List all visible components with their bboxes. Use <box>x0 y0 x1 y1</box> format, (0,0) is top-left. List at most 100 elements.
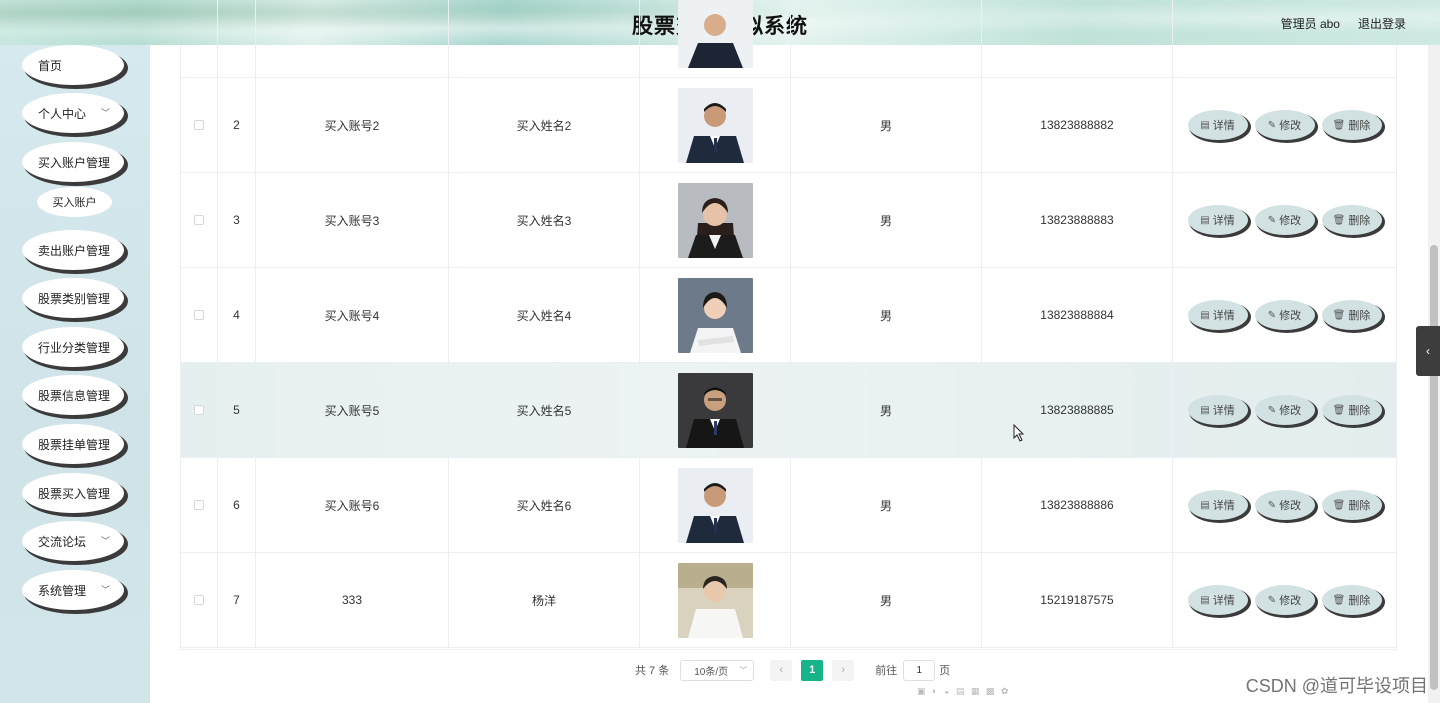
table-row: 6 买入账号6 买入姓名6 男 13823888886 ▤ 详情 ✎ 修改 🗑 删除 <box>181 458 1396 553</box>
chevron-down-icon: ﹀ <box>100 536 110 546</box>
account-cell: 买入账号2 <box>256 78 449 172</box>
sidebar-subitem-buy-account[interactable]: 买入账户 <box>37 187 112 217</box>
sidebar-item-personal-center[interactable]: 个人中心 ﹀ <box>22 93 124 133</box>
sidebar-item-label: 行业分类管理 <box>38 340 111 355</box>
chevron-left-icon: ‹ <box>1426 344 1430 358</box>
delete-button[interactable]: 🗑 删除 <box>1321 110 1382 140</box>
pagination: 共 7 条 10条/页 ﹀ ‹ 1 › 前往 1 页 <box>635 659 950 681</box>
sex-cell: 男 <box>791 173 982 267</box>
sidebar-item-system-mgmt[interactable]: 系统管理 ﹀ <box>22 570 124 610</box>
sidebar-item-label: 股票挂单管理 <box>38 437 111 452</box>
chevron-down-icon: ﹀ <box>100 585 110 595</box>
sidebar-item-buy-account-mgmt[interactable]: 买入账户管理 <box>22 142 124 182</box>
delete-button[interactable]: 🗑 删除 <box>1321 300 1382 330</box>
sidebar-item-label: 股票买入管理 <box>38 486 111 501</box>
trash-icon: 🗑 <box>1332 119 1346 131</box>
sidebar-item-home[interactable]: 首页 <box>22 45 124 85</box>
edit-button[interactable]: ✎ 修改 <box>1254 395 1315 425</box>
detail-button[interactable]: ▤ 详情 <box>1187 585 1248 615</box>
table-row: 7 333 杨洋 男 15219187575 ▤ 详情 ✎ 修改 🗑 删除 <box>181 553 1396 648</box>
row-index: 4 <box>218 268 256 362</box>
sidebar-item-forum[interactable]: 交流论坛 ﹀ <box>22 521 124 561</box>
sidebar-item-industry-mgmt[interactable]: 行业分类管理 <box>22 327 124 367</box>
table-row: 5 买入账号5 买入姓名5 男 13823888885 ▤ 详情 ✎ 修改 🗑 删除 <box>181 363 1396 458</box>
sidebar-item-label: 股票信息管理 <box>38 388 111 403</box>
account-cell: 买入账号4 <box>256 268 449 362</box>
edit-icon: ✎ <box>1267 119 1277 131</box>
sidebar-item-label: 交流论坛 <box>38 534 87 549</box>
row-checkbox[interactable] <box>194 405 204 415</box>
sidebar-item-stock-category-mgmt[interactable]: 股票类别管理 <box>22 278 124 318</box>
row-index: 2 <box>218 78 256 172</box>
mouse-cursor-icon <box>1013 424 1025 442</box>
detail-button[interactable]: ▤ 详情 <box>1187 300 1248 330</box>
avatar <box>677 562 753 638</box>
phone-cell: 13823888885 <box>982 363 1173 457</box>
name-cell: 买入姓名6 <box>449 458 640 552</box>
row-checkbox[interactable] <box>194 120 204 130</box>
sidebar-item-stock-buy-mgmt[interactable]: 股票买入管理 <box>22 473 124 513</box>
sidebar-subitem-label: 买入账户 <box>52 197 97 209</box>
detail-button[interactable]: ▤ 详情 <box>1187 110 1248 140</box>
phone-cell: 15219187575 <box>982 553 1173 647</box>
chevron-left-icon: ‹ <box>779 664 784 676</box>
delete-button[interactable]: 🗑 删除 <box>1321 490 1382 520</box>
chevron-down-icon: ﹀ <box>739 665 748 675</box>
total-count: 共 7 条 <box>635 665 670 677</box>
table-row: 3 买入账号3 买入姓名3 男 13823888883 ▤ 详情 ✎ 修改 🗑 删除 <box>181 173 1396 268</box>
sidebar-item-stock-info-mgmt[interactable]: 股票信息管理 <box>22 375 124 415</box>
delete-button[interactable]: 🗑 删除 <box>1321 205 1382 235</box>
detail-button[interactable]: ▤ 详情 <box>1187 205 1248 235</box>
row-index: 7 <box>218 553 256 647</box>
row-checkbox[interactable] <box>194 500 204 510</box>
name-cell: 买入姓名3 <box>449 173 640 267</box>
sidebar: 首页 个人中心 ﹀ 买入账户管理 买入账户 卖出账户管理 股票类别管理 行业分类管… <box>0 45 150 703</box>
row-checkbox[interactable] <box>194 595 204 605</box>
table-row: 4 买入账号4 买入姓名4 男 13823888884 ▤ 详情 ✎ 修改 🗑 删除 <box>181 268 1396 363</box>
edit-button[interactable]: ✎ 修改 <box>1254 300 1315 330</box>
sidebar-item-stock-order-mgmt[interactable]: 股票挂单管理 <box>22 424 124 464</box>
avatar <box>677 467 753 543</box>
edit-icon: ✎ <box>1267 499 1277 511</box>
sex-cell: 男 <box>791 458 982 552</box>
row-index: 6 <box>218 458 256 552</box>
phone-cell: 13823888884 <box>982 268 1173 362</box>
edit-button[interactable]: ✎ 修改 <box>1254 205 1315 235</box>
row-checkbox[interactable] <box>194 310 204 320</box>
edit-icon: ✎ <box>1267 214 1277 226</box>
page-size-select[interactable]: 10条/页 ﹀ <box>680 659 755 681</box>
edit-button[interactable]: ✎ 修改 <box>1254 490 1315 520</box>
edit-icon: ✎ <box>1267 404 1277 416</box>
chevron-down-icon: ﹀ <box>100 108 110 118</box>
next-page-button[interactable]: › <box>832 659 855 681</box>
detail-button[interactable]: ▤ 详情 <box>1187 395 1248 425</box>
edit-button[interactable]: ✎ 修改 <box>1254 110 1315 140</box>
sex-cell: 男 <box>791 78 982 172</box>
detail-button[interactable]: ▤ 详情 <box>1187 490 1248 520</box>
goto-page-input[interactable]: 1 <box>903 659 936 681</box>
avatar <box>677 372 753 448</box>
trash-icon: 🗑 <box>1332 499 1346 511</box>
document-icon: ▤ <box>1200 309 1210 321</box>
sidebar-item-sell-account-mgmt[interactable]: 卖出账户管理 <box>22 230 124 270</box>
page-number-current[interactable]: 1 <box>801 659 824 681</box>
edit-button[interactable]: ✎ 修改 <box>1254 585 1315 615</box>
sidebar-item-label: 卖出账户管理 <box>38 243 111 258</box>
name-cell: 买入姓名2 <box>449 78 640 172</box>
ime-toolbar: ▣ ◐ ◒ ▤ ▦ ▩ ✿ <box>917 686 1011 696</box>
delete-button[interactable]: 🗑 删除 <box>1321 395 1382 425</box>
row-checkbox[interactable] <box>194 215 204 225</box>
row-index: 5 <box>218 363 256 457</box>
document-icon: ▤ <box>1200 119 1210 131</box>
prev-page-button[interactable]: ‹ <box>770 659 793 681</box>
scrollbar-thumb[interactable] <box>1430 245 1438 690</box>
name-cell: 杨洋 <box>449 553 640 647</box>
page-size-value: 10条/页 <box>694 666 729 678</box>
avatar <box>677 87 753 163</box>
page-suffix: 页 <box>939 665 951 677</box>
side-panel-toggle[interactable]: ‹ <box>1416 326 1440 376</box>
avatar <box>677 0 753 68</box>
phone-cell: 13823888883 <box>982 173 1173 267</box>
sidebar-item-label: 买入账户管理 <box>38 155 111 170</box>
delete-button[interactable]: 🗑 删除 <box>1321 585 1382 615</box>
